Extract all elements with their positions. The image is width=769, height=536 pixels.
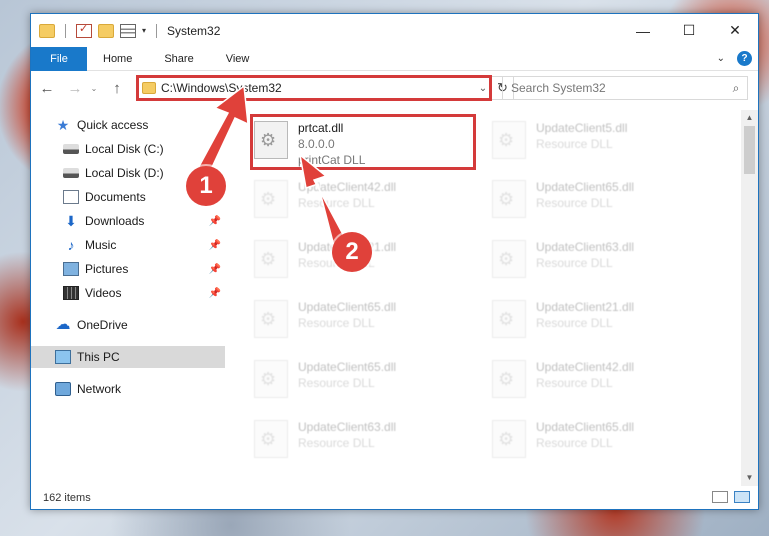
step-2-badge: 2 bbox=[332, 232, 372, 272]
step-1-badge: 1 bbox=[186, 166, 226, 206]
arrow-2-icon bbox=[298, 153, 348, 248]
arrow-1-icon bbox=[194, 84, 249, 177]
annotation-arrows bbox=[194, 84, 348, 248]
